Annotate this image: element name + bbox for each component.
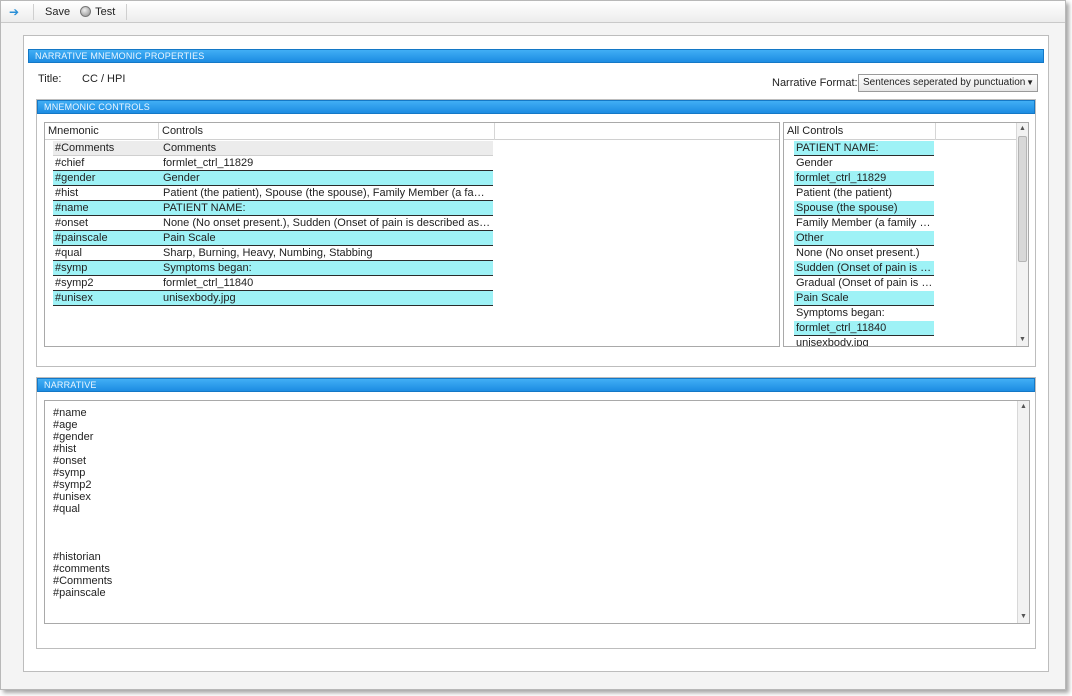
column-header-mnemonic[interactable]: Mnemonic bbox=[45, 123, 159, 140]
scroll-up-icon[interactable]: ▲ bbox=[1017, 123, 1028, 135]
narrative-scrollbar[interactable]: ▲ ▼ bbox=[1017, 401, 1029, 623]
chevron-down-icon: ▼ bbox=[1026, 78, 1034, 87]
title-value: CC / HPI bbox=[82, 73, 126, 85]
narrative-format-select[interactable]: Sentences seperated by punctuation ▼ bbox=[858, 74, 1038, 92]
table-row[interactable]: #symp Symptoms began: bbox=[53, 261, 493, 276]
list-item[interactable]: Gradual (Onset of pain is des... bbox=[794, 276, 934, 291]
controls-cell: Comments bbox=[163, 142, 217, 154]
toolbar-separator bbox=[126, 3, 128, 20]
scroll-down-icon[interactable]: ▼ bbox=[1018, 611, 1029, 623]
controls-cell: formlet_ctrl_11840 bbox=[163, 277, 254, 289]
toolbar: ➔ Save Test bbox=[1, 1, 1065, 23]
controls-cell: formlet_ctrl_11829 bbox=[163, 157, 254, 169]
controls-cell: Sharp, Burning, Heavy, Numbing, Stabbing bbox=[163, 247, 373, 259]
column-header-all-controls[interactable]: All Controls bbox=[784, 123, 936, 140]
all-controls-scrollbar[interactable]: ▲ ▼ bbox=[1016, 123, 1028, 346]
narrative-format-label: Narrative Format: bbox=[772, 77, 858, 89]
save-button[interactable]: Save bbox=[40, 3, 75, 21]
controls-cell: Gender bbox=[163, 172, 200, 184]
mnemonic-cell: #onset bbox=[55, 217, 89, 229]
list-item[interactable]: Patient (the patient) bbox=[794, 186, 934, 201]
mnemonic-section: MNEMONIC CONTROLS Mnemonic Controls #Com… bbox=[36, 99, 1036, 367]
list-item[interactable]: PATIENT NAME: bbox=[794, 141, 934, 156]
mnemonic-grid[interactable]: Mnemonic Controls #Comments Comments #chie… bbox=[44, 122, 780, 347]
all-controls-header: All Controls bbox=[784, 123, 1028, 140]
mnemonic-cell: #qual bbox=[55, 247, 82, 259]
narrative-textarea[interactable]: #name #age #gender #hist #onset #symp #s… bbox=[44, 400, 1030, 624]
mnemonic-cell: #Comments bbox=[55, 142, 115, 154]
properties-panel: NARRATIVE MNEMONIC PROPERTIES Title: CC … bbox=[23, 35, 1049, 672]
list-item[interactable]: unisexbody.jpg bbox=[794, 336, 934, 346]
properties-header-bar: NARRATIVE MNEMONIC PROPERTIES bbox=[28, 49, 1044, 63]
mnemonic-grid-header: Mnemonic Controls bbox=[45, 123, 779, 140]
mnemonic-cell: #name bbox=[55, 202, 89, 214]
test-icon bbox=[80, 6, 92, 17]
table-row[interactable]: #hist Patient (the patient), Spouse (the … bbox=[53, 186, 493, 201]
controls-cell: Symptoms began: bbox=[163, 262, 252, 274]
controls-cell: None (No onset present.), Sudden (Onset … bbox=[163, 217, 493, 229]
list-item[interactable]: None (No onset present.) bbox=[794, 246, 934, 261]
list-item[interactable]: formlet_ctrl_11829 bbox=[794, 171, 934, 186]
list-item[interactable]: Gender bbox=[794, 156, 934, 171]
controls-cell: Patient (the patient), Spouse (the spous… bbox=[163, 187, 493, 199]
controls-cell: Pain Scale bbox=[163, 232, 216, 244]
all-controls-list[interactable]: All Controls PATIENT NAME: Gender formlet_… bbox=[783, 122, 1029, 347]
toolbar-separator bbox=[33, 3, 34, 20]
table-row[interactable]: #unisex unisexbody.jpg bbox=[53, 291, 493, 306]
mnemonic-cell: #symp2 bbox=[55, 277, 94, 289]
mnemonic-cell: #gender bbox=[55, 172, 96, 184]
controls-cell: unisexbody.jpg bbox=[163, 292, 236, 304]
save-button-label: Save bbox=[45, 5, 71, 18]
narrative-format-value: Sentences seperated by punctuation bbox=[863, 77, 1026, 88]
table-row[interactable]: #name PATIENT NAME: bbox=[53, 201, 493, 216]
table-row[interactable]: #symp2 formlet_ctrl_11840 bbox=[53, 276, 493, 291]
table-row[interactable]: #onset None (No onset present.), Sudden (… bbox=[53, 216, 493, 231]
column-header-controls[interactable]: Controls bbox=[159, 123, 495, 140]
mnemonic-cell: #unisex bbox=[55, 292, 93, 304]
table-row[interactable]: #gender Gender bbox=[53, 171, 493, 186]
narrative-header-bar: NARRATIVE bbox=[37, 378, 1035, 392]
mnemonic-header-bar: MNEMONIC CONTROLS bbox=[37, 100, 1035, 114]
scroll-down-icon[interactable]: ▼ bbox=[1017, 334, 1028, 346]
table-row[interactable]: #painscale Pain Scale bbox=[53, 231, 493, 246]
list-item[interactable]: Other bbox=[794, 231, 934, 246]
scroll-up-icon[interactable]: ▲ bbox=[1018, 401, 1029, 413]
editor-window: ➔ Save Test NARRATIVE MNEMONIC PROPERTIE… bbox=[0, 0, 1066, 690]
controls-cell: PATIENT NAME: bbox=[163, 202, 246, 214]
list-item[interactable]: formlet_ctrl_11840 bbox=[794, 321, 934, 336]
mnemonic-cell: #symp bbox=[55, 262, 88, 274]
test-button-label: Test bbox=[95, 5, 116, 18]
mnemonic-cell: #hist bbox=[55, 187, 79, 199]
narrative-section: NARRATIVE #name #age #gender #hist #onse… bbox=[36, 377, 1036, 649]
list-item[interactable]: Pain Scale bbox=[794, 291, 934, 306]
mnemonic-cell: #painscale bbox=[55, 232, 108, 244]
list-item[interactable]: Spouse (the spouse) bbox=[794, 201, 934, 216]
title-label: Title: bbox=[38, 73, 62, 85]
mnemonic-cell: #chief bbox=[55, 157, 85, 169]
table-row[interactable]: #qual Sharp, Burning, Heavy, Numbing, Sta… bbox=[53, 246, 493, 261]
test-button[interactable]: Test bbox=[75, 3, 120, 21]
list-item[interactable]: Sudden (Onset of pain is des... bbox=[794, 261, 934, 276]
back-arrow-icon[interactable]: ➔ bbox=[1, 1, 27, 23]
list-item[interactable]: Family Member (a family me... bbox=[794, 216, 934, 231]
table-row[interactable]: #chief formlet_ctrl_11829 bbox=[53, 156, 493, 171]
scroll-thumb[interactable] bbox=[1018, 136, 1027, 262]
list-item[interactable]: Symptoms began: bbox=[794, 306, 934, 321]
table-row[interactable]: #Comments Comments bbox=[53, 141, 493, 156]
narrative-text[interactable]: #name #age #gender #hist #onset #symp #s… bbox=[53, 407, 112, 599]
